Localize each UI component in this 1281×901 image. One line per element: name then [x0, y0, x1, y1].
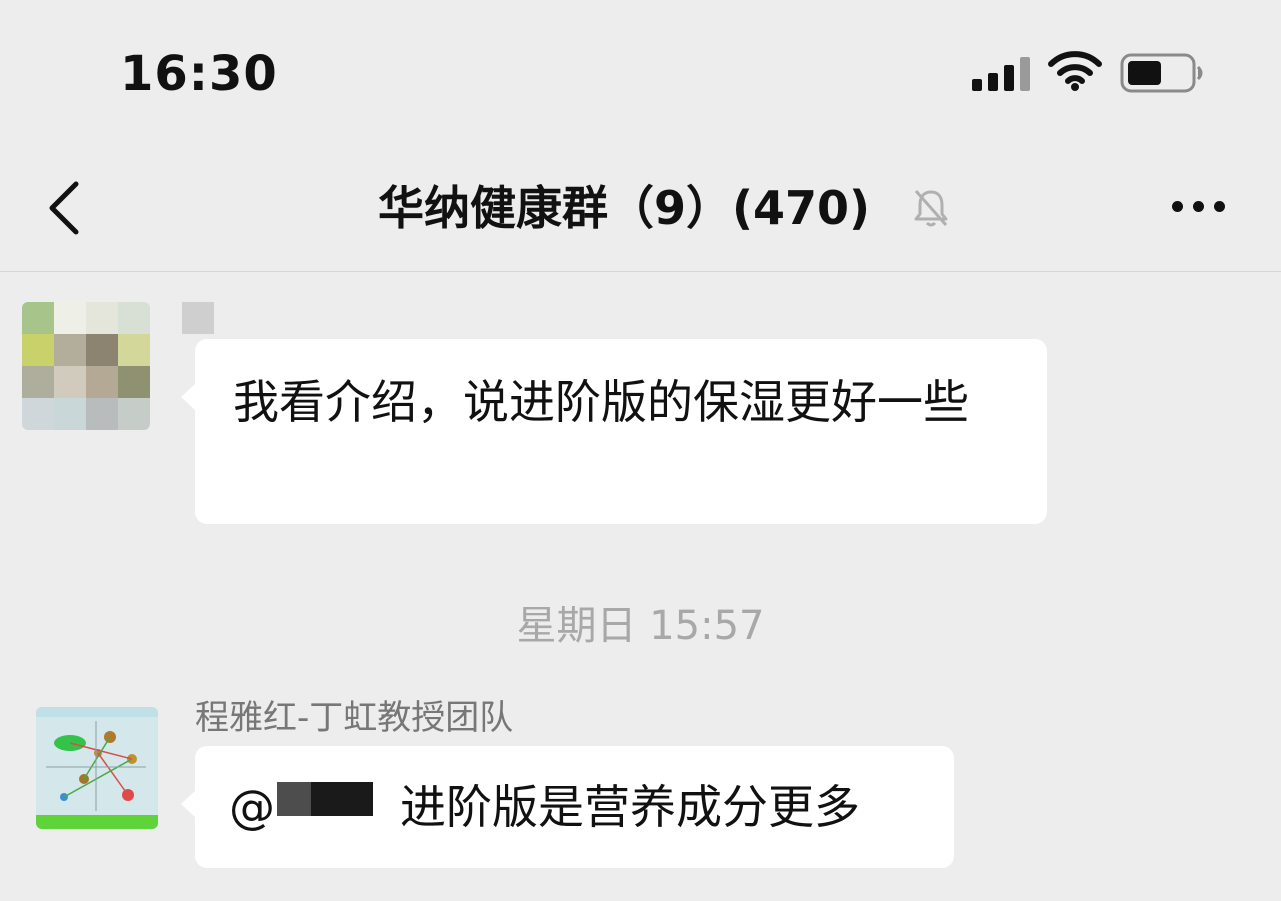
- mention-name-redacted: [277, 782, 311, 816]
- more-options-button[interactable]: [1164, 190, 1234, 224]
- sender-name: 程雅红-丁虹教授团队: [195, 698, 514, 738]
- page-title: 华纳健康群（9）(470): [378, 181, 871, 235]
- message-bubble[interactable]: @ 进阶版是营养成分更多: [181, 746, 954, 868]
- cellular-signal-icon: [972, 57, 1032, 91]
- avatar[interactable]: [22, 302, 150, 430]
- sender-name-redacted: [182, 302, 214, 334]
- chat-screen: 16:30 华纳健康群（9）(470) 我看介绍，说进阶版的保湿更好一些 星期日…: [0, 0, 1281, 901]
- message-text: 进阶版是营养成分更多: [400, 780, 860, 834]
- bell-slash-icon: [914, 190, 948, 227]
- mention-name-redacted: [311, 782, 373, 816]
- battery-icon: [1120, 53, 1203, 93]
- mention-symbol: @: [229, 780, 275, 834]
- message-text: 我看介绍，说进阶版的保湿更好一些: [233, 375, 969, 429]
- chevron-left-icon[interactable]: [40, 176, 90, 240]
- avatar[interactable]: [36, 707, 158, 829]
- nav-divider: [0, 271, 1281, 272]
- message-bubble[interactable]: 我看介绍，说进阶版的保湿更好一些: [181, 339, 1047, 524]
- wifi-icon: [1048, 51, 1102, 91]
- status-time: 16:30: [120, 46, 278, 102]
- ellipsis-icon: [1172, 201, 1183, 212]
- timestamp: 星期日 15:57: [516, 603, 765, 649]
